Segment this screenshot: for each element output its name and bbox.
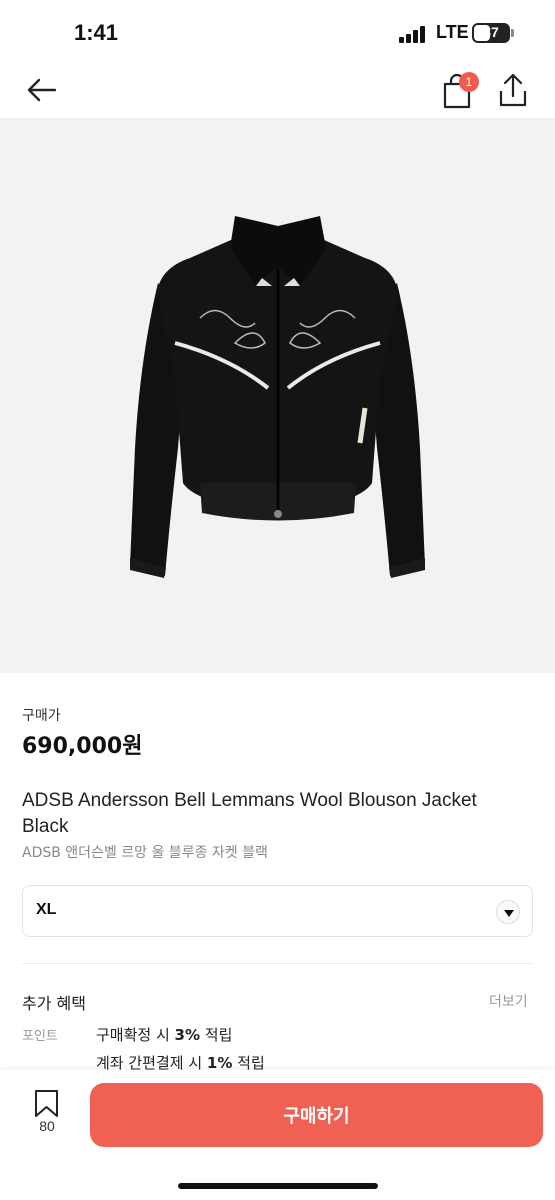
product-image[interactable] — [0, 118, 555, 673]
benefit-line-purchase: 구매확정 시 3% 적립 — [96, 1026, 233, 1044]
size-select[interactable]: XL — [22, 885, 533, 937]
benefits-more-link[interactable]: 더보기 — [489, 991, 528, 1011]
cart-badge: 1 — [459, 72, 479, 92]
benefits-title: 추가 혜택 — [22, 994, 86, 1013]
jacket-illustration — [130, 216, 425, 578]
signal-icon — [399, 25, 429, 43]
home-indicator — [178, 1183, 378, 1189]
status-bar: 1:41 LTE 37 — [0, 0, 555, 66]
bookmark-count: 80 — [39, 1118, 55, 1134]
price-value: 690,000원 — [22, 734, 143, 759]
back-arrow-icon — [27, 78, 57, 102]
product-title: ADSB Andersson Bell Lemmans Wool Blouson… — [22, 790, 477, 837]
network-type: LTE — [436, 22, 469, 42]
divider — [22, 963, 533, 964]
buy-button[interactable]: 구매하기 — [90, 1083, 543, 1147]
status-time: 1:41 — [74, 20, 119, 45]
back-button[interactable] — [22, 74, 62, 106]
product-subtitle: ADSB 앤더슨벨 르망 울 블루종 자켓 블랙 — [22, 845, 268, 861]
size-value: XL — [36, 901, 57, 918]
share-icon — [499, 73, 527, 107]
price-label: 구매가 — [22, 708, 61, 724]
battery-level: 37 — [483, 24, 499, 40]
share-button[interactable] — [497, 72, 529, 110]
bookmark-icon — [35, 1090, 58, 1117]
chevron-down-icon — [496, 900, 520, 924]
points-label: 포인트 — [22, 1029, 58, 1044]
battery-icon: 37 — [472, 23, 510, 43]
